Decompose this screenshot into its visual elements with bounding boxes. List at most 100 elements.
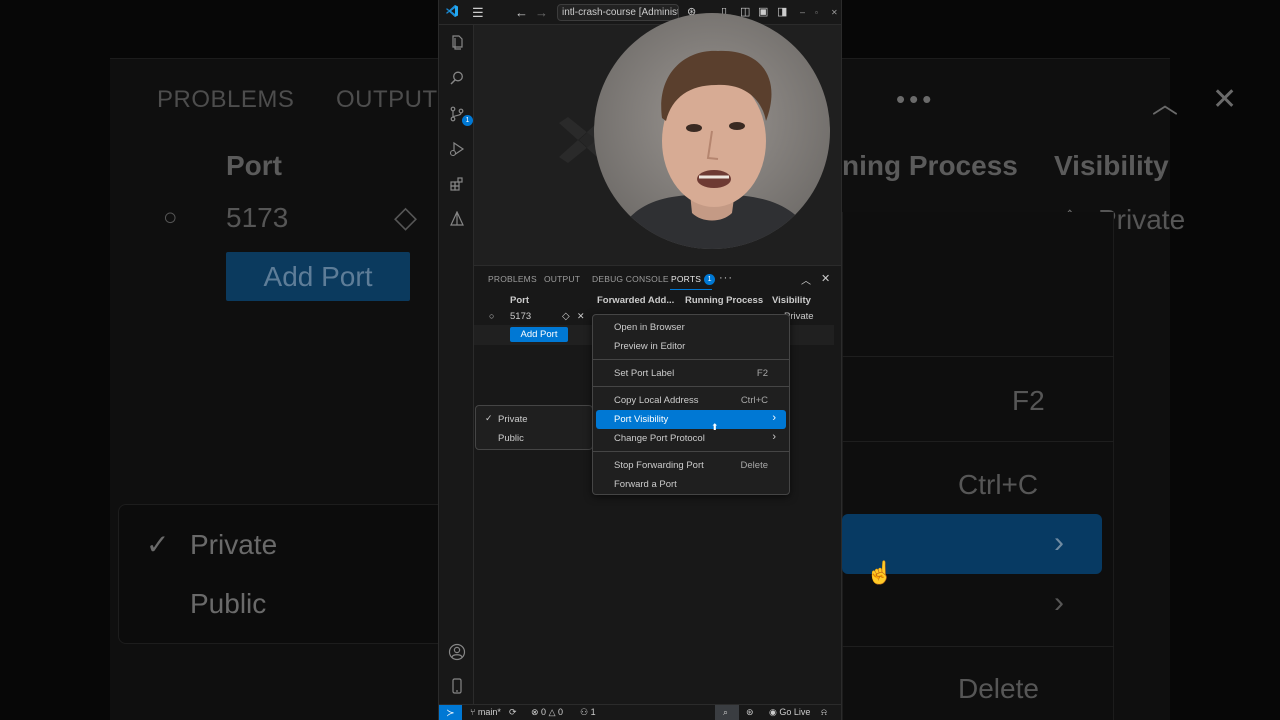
menu-item-forward-a-port[interactable]: Forward a Port (596, 475, 786, 494)
menu-item-shortcut: Ctrl+C (740, 395, 768, 406)
bg-port-value: 5173 (226, 202, 289, 233)
ports-status[interactable]: ⚇ 1 (580, 707, 596, 718)
menu-item-set-port-label[interactable]: Set Port Label F2 (596, 364, 786, 383)
accounts-icon[interactable] (444, 639, 469, 664)
go-live-status[interactable]: ◉ Go Live (769, 707, 810, 718)
search-icon[interactable] (444, 65, 469, 90)
menu-item-shortcut: F2 (756, 368, 768, 379)
bg-add-port: Add Port (226, 252, 410, 301)
manage-icon[interactable] (444, 673, 469, 698)
layout-secondary-icon[interactable]: ◨ (777, 4, 787, 21)
bg-running-process: ning Process (842, 150, 1018, 181)
bg-tab-problems: PROBLEMS (157, 86, 295, 113)
mouse-cursor-icon: ⬆ (711, 422, 719, 432)
close-panel-icon[interactable]: ✕ (821, 272, 830, 285)
menu-item-copy-local-address[interactable]: Copy Local Address Ctrl+C (596, 391, 786, 410)
problems-status[interactable]: ⊗ 0 △ 0 (531, 707, 563, 718)
go-live-label: Go Live (779, 707, 811, 717)
menu-item-stop-forwarding-port[interactable]: Stop Forwarding Port Delete (596, 456, 786, 475)
col-port[interactable]: Port (510, 295, 529, 306)
menu-item-label: Open in Browser (614, 322, 685, 333)
bg-separator (842, 646, 1114, 647)
title-bar: ☰ ← → intl-crash-course [Administrato ⊛ … (439, 0, 841, 25)
port-context-menu: Open in Browser Preview in Editor Set Po… (592, 314, 790, 495)
explorer-icon[interactable] (444, 30, 469, 55)
back-arrow-icon[interactable]: ← (515, 4, 528, 21)
source-control-badge: 1 (462, 115, 473, 126)
branch-name: main* (477, 707, 501, 717)
add-port-button[interactable]: Add Port (510, 327, 568, 342)
bg-cursor-icon: ☝ (866, 560, 894, 585)
bg-separator (842, 441, 1114, 442)
chevron-right-icon: › (772, 412, 776, 424)
maximize-panel-icon[interactable]: ︿ (801, 272, 811, 287)
remote-indicator-icon[interactable]: ≻ (439, 705, 462, 720)
minimize-icon[interactable]: – (800, 4, 805, 21)
menu-item-preview-in-editor[interactable]: Preview in Editor (596, 337, 786, 356)
command-center-search[interactable]: intl-crash-course [Administrato (557, 4, 679, 21)
bg-port-dot-icon: ○ (163, 204, 178, 231)
bg-tag-icon: ◇ (394, 201, 418, 234)
col-forwarded-address[interactable]: Forwarded Add... (597, 295, 674, 306)
col-visibility[interactable]: Visibility (772, 295, 811, 306)
tab-output[interactable]: OUTPUT (544, 274, 580, 284)
bg-port-header: Port (226, 150, 282, 181)
errors-count: 0 (541, 707, 547, 717)
menu-item-label: Set Port Label (614, 368, 675, 379)
bg-sub-public: Public (190, 588, 267, 619)
bg-tab-output: OUTPUT (336, 86, 438, 113)
bg-more-icon: ••• (896, 84, 936, 114)
copilot-status-icon[interactable]: ⊛ (746, 707, 754, 718)
tab-debug-console[interactable]: DEBUG CONSOLE (592, 274, 669, 284)
bg-close-icon: ✕ (1212, 83, 1238, 116)
menu-item-label: Forward a Port (614, 479, 677, 490)
notifications-icon[interactable]: ⍾ (821, 707, 827, 718)
visibility-submenu: ✓ Private Public (475, 405, 593, 450)
activity-bar: 1 (439, 25, 474, 704)
zoom-icon[interactable]: ⌕ (723, 707, 728, 718)
sync-icon[interactable]: ⟳ (509, 707, 517, 718)
branch-status[interactable]: ⑂ main* (470, 707, 501, 717)
submenu-item-public[interactable]: Public (476, 429, 594, 447)
tag-icon[interactable]: ◇ (562, 311, 570, 322)
menu-item-open-in-browser[interactable]: Open in Browser (596, 318, 786, 337)
restore-icon[interactable]: ▫ (815, 4, 818, 21)
tab-ports-label: PORTS (671, 274, 702, 284)
bg-kb-f2: F2 (1012, 385, 1045, 416)
menu-item-label: Change Port Protocol (614, 433, 705, 444)
stop-forward-icon[interactable]: ✕ (577, 311, 585, 322)
forward-arrow-icon[interactable]: → (535, 4, 548, 21)
bg-chevron-right-icon: › (1054, 526, 1064, 559)
ports-badge: 1 (704, 274, 716, 285)
tab-ports[interactable]: PORTS 1 (671, 274, 716, 285)
active-tab-indicator (670, 289, 712, 290)
remote-explorer-icon[interactable] (444, 206, 469, 231)
menu-icon[interactable]: ☰ (472, 4, 484, 21)
menu-item-label: Stop Forwarding Port (614, 460, 704, 471)
col-running-process[interactable]: Running Process (685, 295, 763, 306)
port-status-icon: ○ (489, 311, 495, 321)
run-debug-icon[interactable] (444, 136, 469, 161)
menu-item-label: Port Visibility (614, 414, 669, 425)
status-bar: ≻ ⑂ main* ⟳ ⊗ 0 △ 0 ⚇ 1 ⌕ ⊛ ◉ Go Live ⍾ (439, 704, 841, 720)
extensions-icon[interactable] (444, 171, 469, 196)
bg-visibility-header: Visibility (1054, 150, 1169, 181)
source-control-icon[interactable]: 1 (444, 101, 473, 126)
menu-separator (593, 386, 789, 387)
menu-item-port-visibility[interactable]: Port Visibility › (596, 410, 786, 429)
tab-problems[interactable]: PROBLEMS (488, 274, 537, 284)
bg-sub-private: Private (190, 529, 278, 560)
bg-kb-delete: Delete (958, 673, 1039, 704)
port-value: 5173 (510, 311, 532, 322)
submenu-item-private[interactable]: ✓ Private (476, 410, 594, 428)
menu-item-label: Copy Local Address (614, 395, 699, 406)
menu-separator (593, 451, 789, 452)
menu-item-change-port-protocol[interactable]: Change Port Protocol › (596, 429, 786, 448)
bg-check-icon: ✓ (146, 529, 170, 560)
layout-panel-icon[interactable]: ▣ (758, 4, 768, 21)
chevron-right-icon: › (772, 431, 776, 443)
window-close-icon[interactable]: ✕ (831, 4, 838, 21)
submenu-label: Public (498, 433, 524, 444)
bg-context-menu (842, 212, 1114, 720)
more-actions-icon[interactable]: ··· (719, 272, 733, 284)
